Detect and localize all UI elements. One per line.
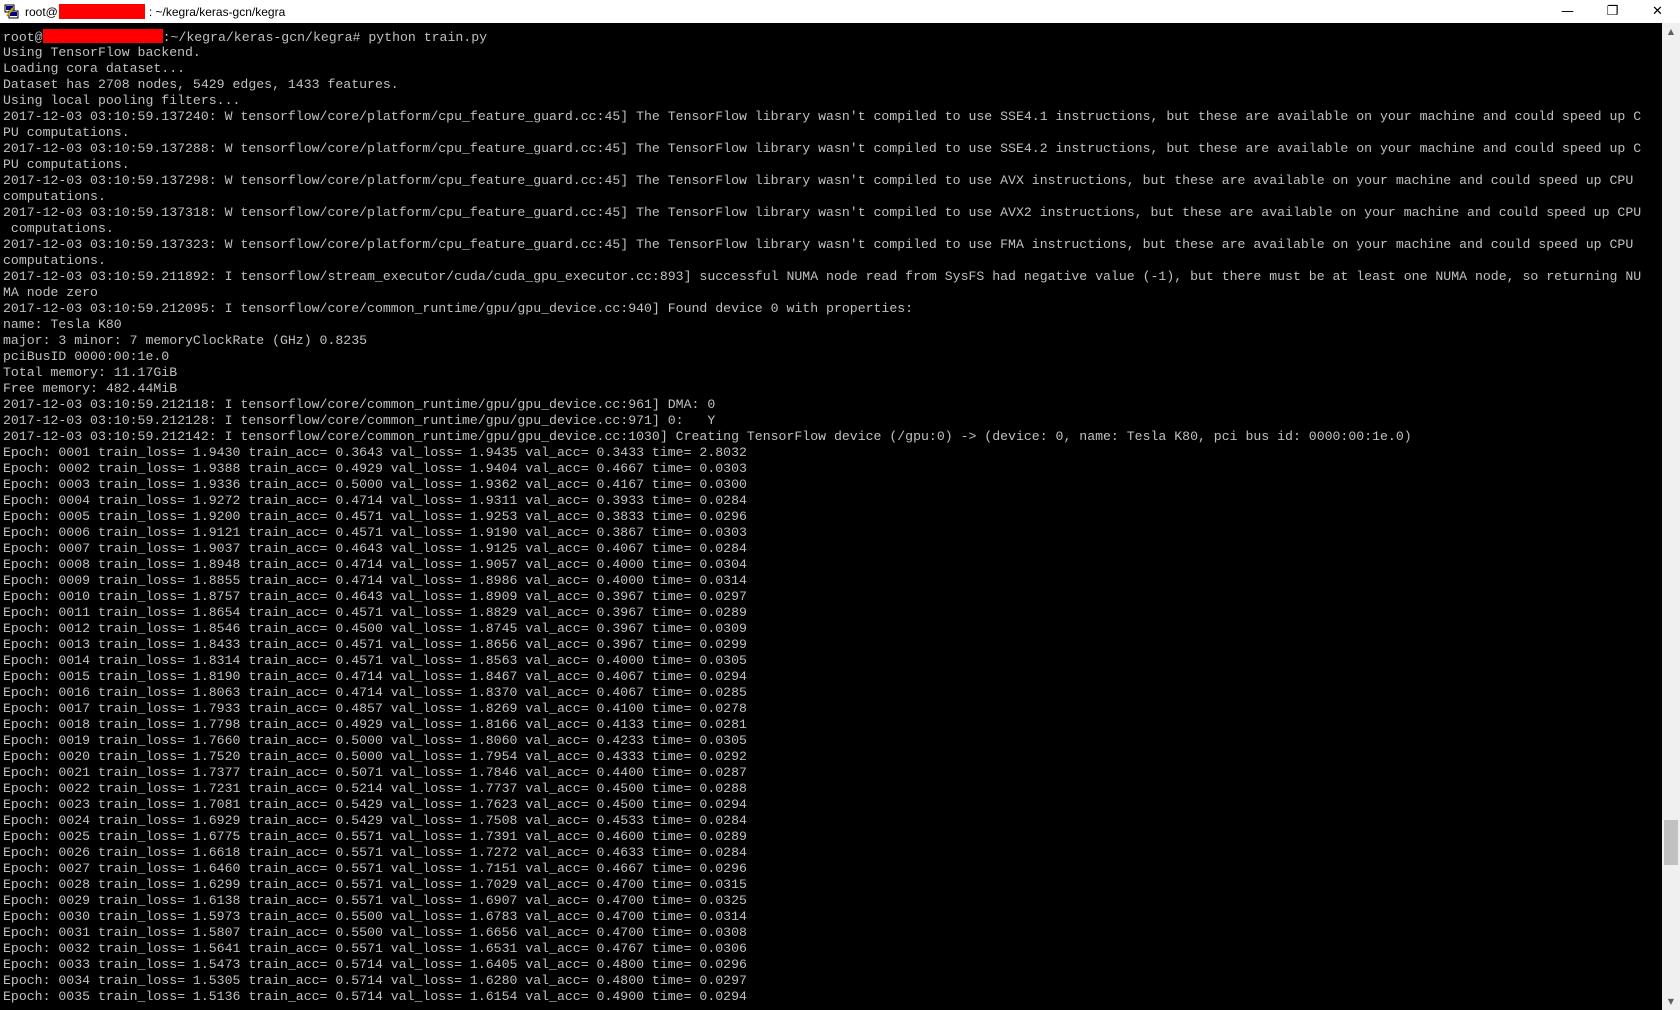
terminal-line: 2017-12-03 03:10:59.137240: W tensorflow… bbox=[3, 109, 1642, 124]
terminal-line: Epoch: 0002 train_loss= 1.9388 train_acc… bbox=[3, 461, 747, 476]
terminal-line: Epoch: 0022 train_loss= 1.7231 train_acc… bbox=[3, 781, 747, 796]
scroll-up-arrow-icon[interactable]: ▲ bbox=[1662, 23, 1680, 40]
window-title: root@ : ~/kegra/keras-gcn/kegra bbox=[25, 4, 285, 19]
restore-button[interactable]: ❐ bbox=[1590, 0, 1635, 23]
vertical-scrollbar[interactable]: ▲ ▼ bbox=[1662, 23, 1680, 1010]
terminal-line: 2017-12-03 03:10:59.137318: W tensorflow… bbox=[3, 205, 1642, 220]
terminal-line: Dataset has 2708 nodes, 5429 edges, 1433… bbox=[3, 77, 399, 92]
terminal-line: Epoch: 0033 train_loss= 1.5473 train_acc… bbox=[3, 957, 747, 972]
terminal-line: Epoch: 0030 train_loss= 1.5973 train_acc… bbox=[3, 909, 747, 924]
terminal-output[interactable]: root@ :~/kegra/keras-gcn/kegra# python tr… bbox=[0, 23, 1662, 1010]
window-title-path: : ~/kegra/keras-gcn/kegra bbox=[148, 4, 286, 19]
terminal-line: Epoch: 0014 train_loss= 1.8314 train_acc… bbox=[3, 653, 747, 668]
terminal-line: Epoch: 0011 train_loss= 1.8654 train_acc… bbox=[3, 605, 747, 620]
terminal-line: Epoch: 0015 train_loss= 1.8190 train_acc… bbox=[3, 669, 747, 684]
terminal-line: Epoch: 0020 train_loss= 1.7520 train_acc… bbox=[3, 749, 747, 764]
terminal-line: Epoch: 0017 train_loss= 1.7933 train_acc… bbox=[3, 701, 747, 716]
terminal-line: 2017-12-03 03:10:59.212118: I tensorflow… bbox=[3, 397, 716, 412]
terminal-line: computations. bbox=[3, 221, 114, 236]
scroll-down-arrow-icon[interactable]: ▼ bbox=[1662, 993, 1680, 1010]
terminal-line: Total memory: 11.17GiB bbox=[3, 365, 178, 380]
terminal-line: Epoch: 0019 train_loss= 1.7660 train_acc… bbox=[3, 733, 747, 748]
scrollbar-thumb[interactable] bbox=[1664, 820, 1678, 865]
terminal-line: Epoch: 0010 train_loss= 1.8757 train_acc… bbox=[3, 589, 747, 604]
terminal-line: Free memory: 482.44MiB bbox=[3, 381, 178, 396]
terminal-line: Loading cora dataset... bbox=[3, 61, 186, 76]
terminal-line: MA node zero bbox=[3, 285, 98, 300]
terminal-line: Epoch: 0009 train_loss= 1.8855 train_acc… bbox=[3, 573, 747, 588]
minimize-button[interactable]: — bbox=[1545, 0, 1590, 23]
redacted-hostname bbox=[58, 4, 145, 19]
terminal-line: Using local pooling filters... bbox=[3, 93, 241, 108]
terminal-line: Using TensorFlow backend. bbox=[3, 45, 201, 60]
terminal-line: Epoch: 0035 train_loss= 1.5136 train_acc… bbox=[3, 989, 747, 1004]
terminal-line: computations. bbox=[3, 189, 106, 204]
prompt-line: root@ :~/kegra/keras-gcn/kegra# python tr… bbox=[3, 29, 1662, 45]
terminal-line: pciBusID 0000:00:1e.0 bbox=[3, 349, 170, 364]
terminal-line: Epoch: 0023 train_loss= 1.7081 train_acc… bbox=[3, 797, 747, 812]
terminal-line: Epoch: 0032 train_loss= 1.5641 train_acc… bbox=[3, 941, 747, 956]
terminal-line: Epoch: 0026 train_loss= 1.6618 train_acc… bbox=[3, 845, 747, 860]
terminal-line: Epoch: 0001 train_loss= 1.9430 train_acc… bbox=[3, 445, 747, 460]
prompt-user: root@ bbox=[3, 30, 43, 45]
putty-icon[interactable] bbox=[3, 3, 21, 21]
title-bar: root@ : ~/kegra/keras-gcn/kegra — ❐ ✕ bbox=[0, 0, 1680, 23]
terminal-line: PU computations. bbox=[3, 157, 130, 172]
terminal-line: Epoch: 0031 train_loss= 1.5807 train_acc… bbox=[3, 925, 747, 940]
window-title-prefix: root@ bbox=[25, 4, 58, 19]
terminal-line: 2017-12-03 03:10:59.137288: W tensorflow… bbox=[3, 141, 1642, 156]
prompt-command: :~/kegra/keras-gcn/kegra# python train.p… bbox=[162, 30, 488, 45]
terminal-line: Epoch: 0007 train_loss= 1.9037 train_acc… bbox=[3, 541, 747, 556]
terminal-line: Epoch: 0012 train_loss= 1.8546 train_acc… bbox=[3, 621, 747, 636]
terminal-line: Epoch: 0018 train_loss= 1.7798 train_acc… bbox=[3, 717, 747, 732]
redacted-hostname bbox=[42, 29, 163, 43]
terminal-line: Epoch: 0029 train_loss= 1.6138 train_acc… bbox=[3, 893, 747, 908]
terminal-line: major: 3 minor: 7 memoryClockRate (GHz) … bbox=[3, 333, 368, 348]
terminal-line: PU computations. bbox=[3, 125, 130, 140]
terminal-line: Epoch: 0003 train_loss= 1.9336 train_acc… bbox=[3, 477, 747, 492]
terminal-line: Epoch: 0006 train_loss= 1.9121 train_acc… bbox=[3, 525, 747, 540]
terminal-line: Epoch: 0025 train_loss= 1.6775 train_acc… bbox=[3, 829, 747, 844]
terminal-line: 2017-12-03 03:10:59.211892: I tensorflow… bbox=[3, 269, 1642, 284]
window-controls: — ❐ ✕ bbox=[1545, 0, 1680, 23]
terminal-line: 2017-12-03 03:10:59.137298: W tensorflow… bbox=[3, 173, 1634, 188]
terminal-line: 2017-12-03 03:10:59.212142: I tensorflow… bbox=[3, 429, 1412, 444]
terminal-line: Epoch: 0005 train_loss= 1.9200 train_acc… bbox=[3, 509, 747, 524]
terminal-line: Epoch: 0034 train_loss= 1.5305 train_acc… bbox=[3, 973, 747, 988]
terminal-line: 2017-12-03 03:10:59.137323: W tensorflow… bbox=[3, 237, 1634, 252]
terminal-line: Epoch: 0013 train_loss= 1.8433 train_acc… bbox=[3, 637, 747, 652]
terminal-line: 2017-12-03 03:10:59.212095: I tensorflow… bbox=[3, 301, 914, 316]
terminal-line: computations. bbox=[3, 253, 106, 268]
terminal-line: Epoch: 0004 train_loss= 1.9272 train_acc… bbox=[3, 493, 747, 508]
terminal-line: Epoch: 0021 train_loss= 1.7377 train_acc… bbox=[3, 765, 747, 780]
terminal-line: Epoch: 0027 train_loss= 1.6460 train_acc… bbox=[3, 861, 747, 876]
terminal-line: Epoch: 0008 train_loss= 1.8948 train_acc… bbox=[3, 557, 747, 572]
close-button[interactable]: ✕ bbox=[1635, 0, 1680, 23]
terminal-line: Epoch: 0024 train_loss= 1.6929 train_acc… bbox=[3, 813, 747, 828]
terminal-line: Epoch: 0016 train_loss= 1.8063 train_acc… bbox=[3, 685, 747, 700]
terminal-line: name: Tesla K80 bbox=[3, 317, 122, 332]
terminal-line: 2017-12-03 03:10:59.212128: I tensorflow… bbox=[3, 413, 716, 428]
terminal-line: Epoch: 0028 train_loss= 1.6299 train_acc… bbox=[3, 877, 747, 892]
